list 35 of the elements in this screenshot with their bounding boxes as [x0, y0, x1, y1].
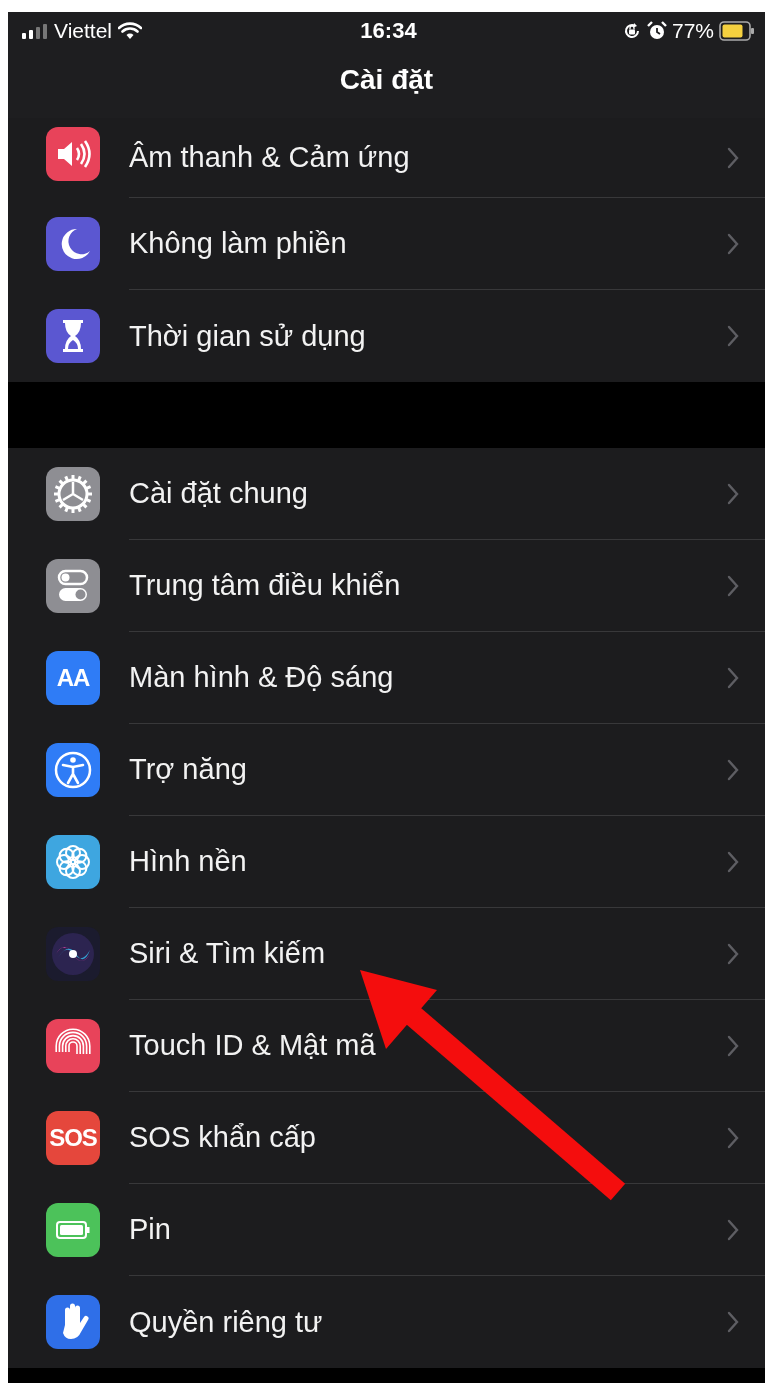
- settings-row[interactable]: Âm thanh & Cảm ứng: [8, 118, 765, 198]
- settings-row[interactable]: Hình nền: [8, 816, 765, 908]
- settings-row[interactable]: AA Màn hình & Độ sáng: [8, 632, 765, 724]
- settings-row[interactable]: Cài đặt chung: [8, 448, 765, 540]
- app-icon: SOS: [46, 1111, 100, 1165]
- wifi-icon: [118, 22, 142, 40]
- chevron-icon: [727, 574, 739, 597]
- settings-row[interactable]: Không làm phiền: [8, 198, 765, 290]
- chevron-icon: [727, 758, 739, 781]
- settings-row[interactable]: Thời gian sử dụng: [8, 290, 765, 382]
- chevron-icon: [727, 942, 739, 965]
- battery-percentage: 77%: [671, 19, 714, 43]
- signal-icon: [22, 23, 48, 39]
- app-icon: AA: [46, 651, 100, 705]
- settings-row[interactable]: Touch ID & Mật mã: [8, 1000, 765, 1092]
- alarm-icon: [646, 21, 667, 41]
- clock-time: 16:34: [360, 18, 417, 44]
- chevron-icon: [727, 850, 739, 873]
- chevron-icon: [727, 1311, 739, 1333]
- settings-row[interactable]: Siri & Tìm kiếm: [8, 908, 765, 1000]
- settings-row[interactable]: Pin: [8, 1184, 765, 1276]
- chevron-icon: [727, 325, 739, 347]
- chevron-icon: [727, 232, 739, 255]
- screen-title: Cài đặt: [339, 64, 434, 96]
- chevron-icon: [727, 482, 739, 505]
- settings-row[interactable]: Trung tâm điều khiển: [8, 540, 765, 632]
- carrier-name: Viettel: [54, 19, 112, 43]
- chevron-icon: [727, 146, 739, 169]
- settings-row[interactable]: Trợ năng: [8, 724, 765, 816]
- chevron-icon: [727, 1218, 739, 1241]
- settings-row[interactable]: Quyền riêng tư: [8, 1276, 765, 1368]
- settings-row[interactable]: SOS SOS khẩn cấp: [8, 1092, 765, 1184]
- chevron-icon: [727, 1034, 739, 1057]
- chevron-icon: [727, 1126, 739, 1149]
- chevron-icon: [727, 666, 739, 689]
